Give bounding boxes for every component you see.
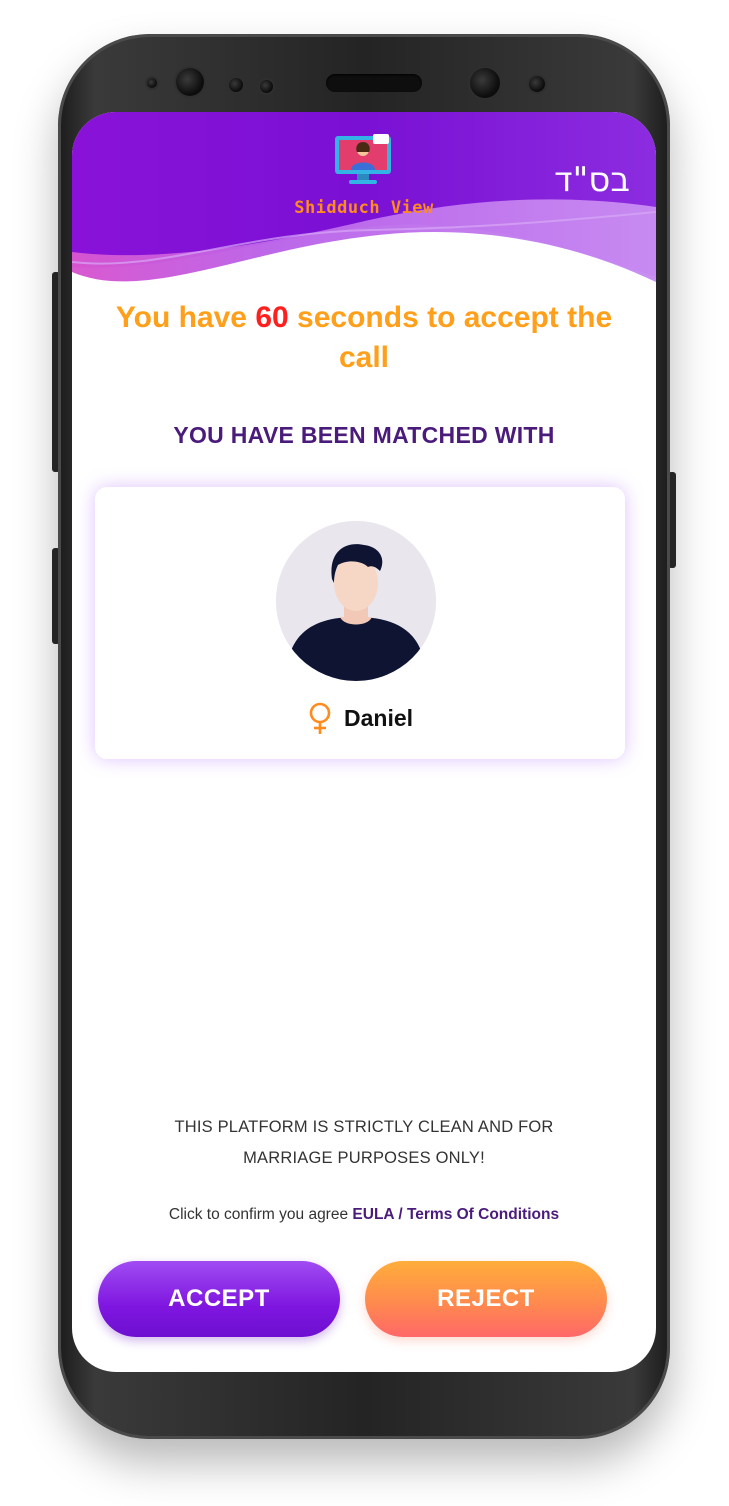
app-screen: Shidduch View בס"ד You have 60 seconds t…	[72, 112, 656, 1372]
iris-scanner	[470, 68, 500, 98]
app-header: Shidduch View בס"ד	[72, 112, 656, 312]
disclaimer-text: THIS PLATFORM IS STRICTLY CLEAN AND FOR …	[122, 1112, 606, 1174]
eula-terms-link[interactable]: EULA / Terms Of Conditions	[352, 1206, 559, 1223]
sensor-dot	[529, 76, 545, 92]
brand-name: Shidduch View	[294, 198, 434, 218]
disclaimer-line-1: THIS PLATFORM IS STRICTLY CLEAN AND FOR	[174, 1118, 554, 1136]
agreement-text: Click to confirm you agree	[168, 1206, 353, 1223]
matched-heading: YOU HAVE BEEN MATCHED WITH	[173, 422, 555, 448]
reject-button[interactable]: REJECT	[365, 1261, 607, 1337]
disclaimer-line-2: MARRIAGE PURPOSES ONLY!	[243, 1149, 485, 1167]
video-monitor-logo-icon	[333, 132, 393, 188]
sensor-dot	[147, 78, 157, 88]
countdown-suffix: seconds to accept the call	[288, 301, 613, 374]
match-card[interactable]: Daniel	[95, 487, 625, 759]
female-symbol-icon	[309, 702, 331, 734]
accept-button[interactable]: ACCEPT	[98, 1261, 340, 1337]
sensor-dot	[229, 78, 243, 92]
countdown-seconds: 60	[255, 301, 289, 334]
front-camera	[176, 68, 204, 96]
match-name: Daniel	[344, 704, 414, 731]
earpiece-speaker	[326, 74, 422, 92]
hebrew-heading: בס"ד	[554, 160, 630, 200]
countdown-prefix: You have	[115, 301, 256, 334]
person-avatar-icon	[276, 521, 436, 681]
match-name-row: Daniel	[95, 701, 625, 735]
countdown-message: You have 60 seconds to accept the call	[112, 298, 616, 378]
sensor-dot	[260, 80, 273, 93]
agreement-line: Click to confirm you agree EULA / Terms …	[72, 1206, 656, 1224]
